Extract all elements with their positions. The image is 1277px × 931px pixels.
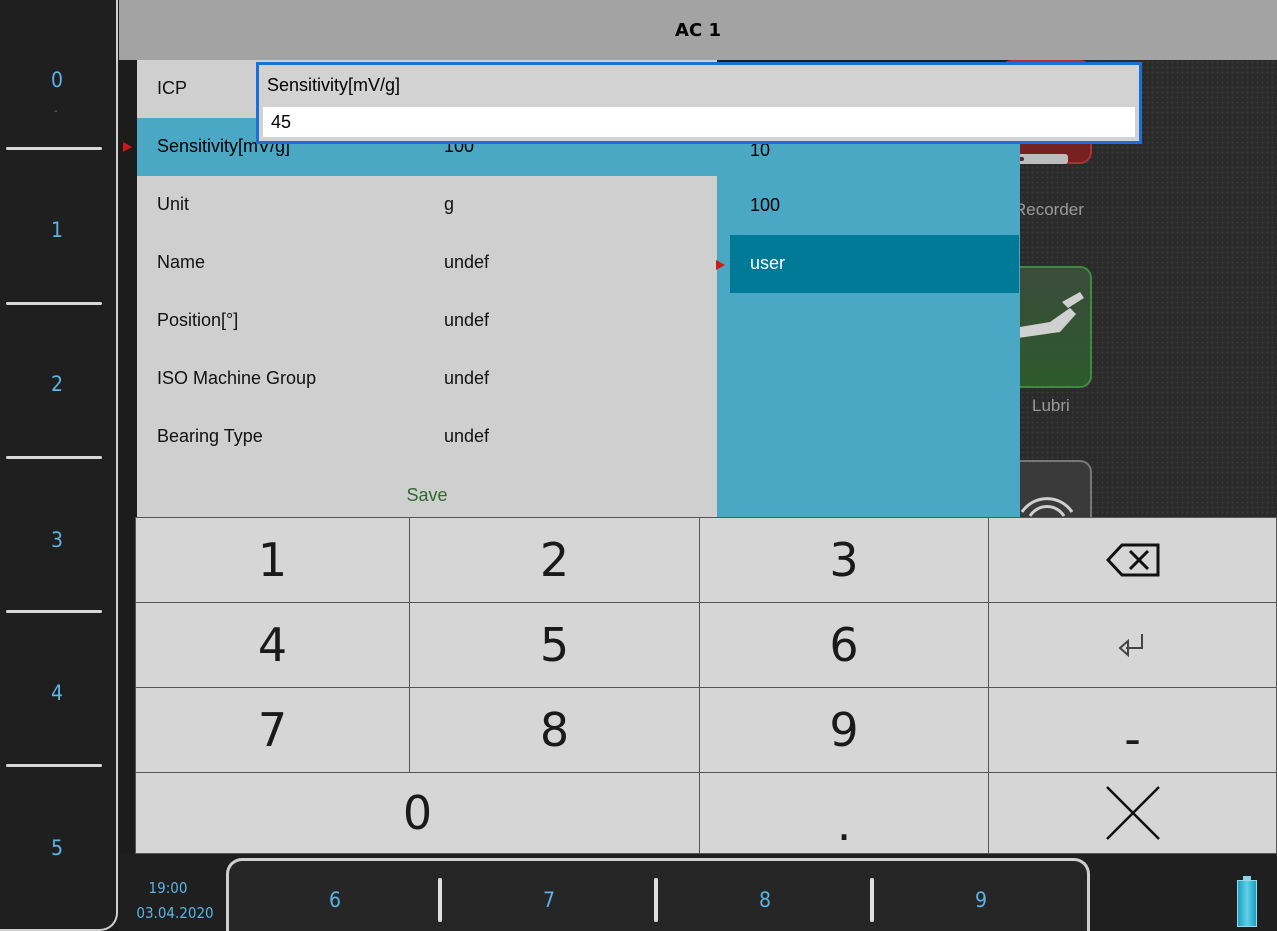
row-label: ISO Machine Group [157, 368, 317, 388]
option-selection-marker-icon [716, 260, 725, 270]
recorder-icon [1012, 154, 1068, 164]
battery-icon [1237, 876, 1257, 927]
separator [6, 456, 102, 459]
function-key-0-sub: - [54, 106, 58, 117]
separator [6, 302, 102, 305]
numeric-keypad: 1 2 3 4 5 6 7 8 9 - 0 . [119, 517, 1277, 854]
key-2[interactable]: 2 [409, 517, 700, 603]
separator [438, 878, 442, 922]
function-key-3[interactable]: 3 [0, 528, 114, 552]
recorder-label: Recorder [1014, 200, 1084, 219]
key-5[interactable]: 5 [409, 602, 700, 688]
lubri-label: Lubri [1032, 396, 1070, 415]
row-label: Unit [157, 194, 190, 214]
function-key-9[interactable]: 9 [951, 888, 1011, 912]
option-label: 100 [750, 195, 781, 215]
header: AC 1 [119, 0, 1277, 60]
key-minus[interactable]: - [988, 687, 1277, 773]
function-key-6[interactable]: 6 [305, 888, 365, 912]
function-key-4[interactable]: 4 [0, 681, 114, 705]
value-input-dialog: Sensitivity[mV/g] [256, 62, 1142, 144]
option-label: user [750, 253, 786, 273]
row-value: undef [444, 426, 490, 446]
save-button[interactable]: Save [137, 485, 717, 506]
backspace-icon [1105, 543, 1159, 577]
page-title: AC 1 [675, 20, 721, 41]
option-item-100[interactable]: 100 [730, 177, 1019, 235]
key-7[interactable]: 7 [135, 687, 410, 773]
row-label: Bearing Type [157, 426, 263, 446]
row-value: g [444, 194, 455, 214]
separator [870, 878, 874, 922]
wireless-icon [1020, 497, 1074, 517]
close-icon [1105, 786, 1160, 840]
backspace-button[interactable] [988, 517, 1277, 603]
settings-row-iso-machine-group[interactable]: ISO Machine Group undef [137, 350, 717, 408]
enter-icon [1117, 634, 1143, 658]
function-key-1[interactable]: 1 [0, 218, 114, 242]
key-6[interactable]: 6 [699, 602, 989, 688]
row-label: ICP [157, 78, 188, 98]
close-keypad-button[interactable] [988, 772, 1277, 854]
row-label: Name [157, 252, 206, 272]
function-key-0[interactable]: 0 [0, 68, 114, 92]
lubricator-icon [1014, 292, 1084, 338]
settings-row-position[interactable]: Position[°] undef [137, 292, 717, 350]
function-key-8[interactable]: 8 [735, 888, 795, 912]
settings-row-bearing-type[interactable]: Bearing Type undef [137, 408, 717, 466]
dialog-title: Sensitivity[mV/g] [267, 75, 401, 95]
row-value: undef [444, 252, 490, 272]
separator [654, 878, 658, 922]
key-1[interactable]: 1 [135, 517, 410, 603]
enter-button[interactable] [988, 602, 1277, 688]
option-item-user[interactable]: user [730, 235, 1019, 293]
left-function-bar: 0 - 1 2 3 4 5 [0, 0, 118, 931]
function-key-7[interactable]: 7 [519, 888, 579, 912]
clock-date: 03.04.2020 [136, 904, 214, 922]
key-0[interactable]: 0 [135, 772, 700, 854]
key-3[interactable]: 3 [699, 517, 989, 603]
function-key-2[interactable]: 2 [0, 372, 114, 396]
key-9[interactable]: 9 [699, 687, 989, 773]
options-panel: 10 100 user [717, 120, 1020, 518]
separator [6, 764, 102, 767]
sensitivity-input[interactable] [263, 107, 1135, 137]
separator [6, 610, 102, 613]
settings-row-name[interactable]: Name undef [137, 234, 717, 292]
row-label: Position[°] [157, 310, 239, 330]
key-8[interactable]: 8 [409, 687, 700, 773]
key-decimal-point[interactable]: . [699, 772, 989, 854]
row-value: undef [444, 368, 490, 388]
separator [6, 147, 102, 150]
clock-time: 19:00 [148, 879, 188, 897]
key-4[interactable]: 4 [135, 602, 410, 688]
settings-row-unit[interactable]: Unit g [137, 176, 717, 234]
function-key-5[interactable]: 5 [0, 836, 114, 860]
row-value: undef [444, 310, 490, 330]
row-selection-marker-icon [123, 142, 132, 152]
